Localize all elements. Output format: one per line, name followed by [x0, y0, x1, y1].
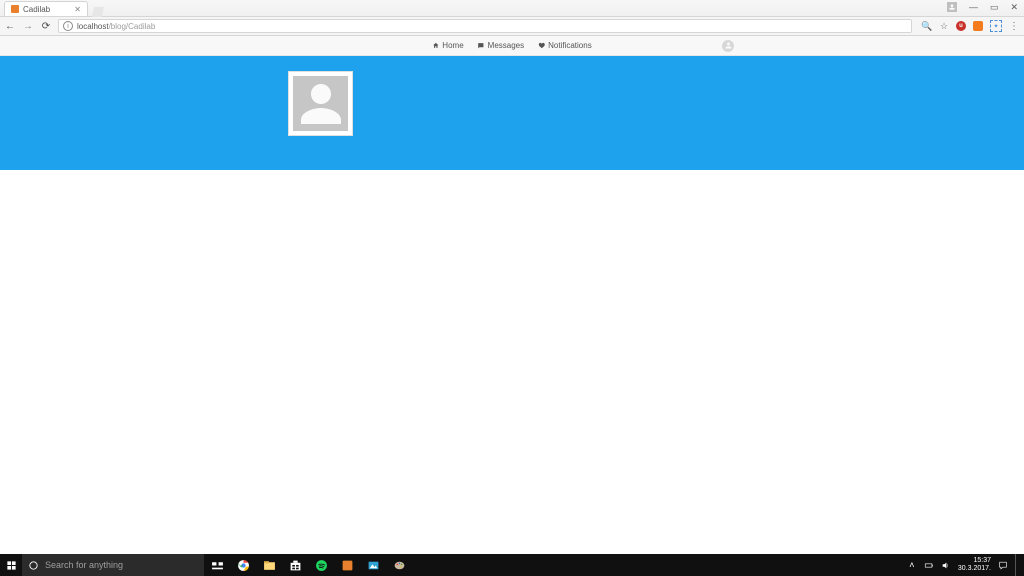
zoom-icon[interactable]: 🔍 [922, 21, 932, 31]
forward-button[interactable]: → [22, 20, 34, 32]
nav-notifications-label: Notifications [548, 41, 592, 50]
taskbar-spotify-icon[interactable] [308, 554, 334, 576]
nav-home-label: Home [442, 41, 463, 50]
extension-blue-icon[interactable]: ✦ [990, 20, 1002, 32]
tab-favicon [11, 5, 19, 13]
heart-icon [538, 42, 545, 49]
taskbar-photos-icon[interactable] [360, 554, 386, 576]
nav-home-link[interactable]: Home [432, 41, 463, 50]
tray-chevron-icon[interactable]: ˄ [907, 560, 917, 570]
close-window-button[interactable]: ✕ [1010, 3, 1018, 12]
system-tray: ˄ 15:37 30.3.2017. [907, 554, 1024, 576]
profile-picture-box[interactable] [288, 71, 353, 136]
tray-battery-icon[interactable] [924, 560, 934, 570]
profile-cover [0, 56, 1024, 170]
browser-tab-strip: Cadilab ✕ — ▭ ✕ [0, 0, 1024, 17]
address-bar[interactable]: i localhost/blog/Cadilab [58, 19, 912, 33]
window-controls: — ▭ ✕ [941, 0, 1024, 14]
bookmark-star-icon[interactable]: ☆ [939, 21, 949, 31]
show-desktop-button[interactable] [1015, 554, 1020, 576]
taskbar-store-icon[interactable] [282, 554, 308, 576]
site-info-icon[interactable]: i [63, 21, 73, 31]
nav-user-avatar[interactable] [722, 40, 734, 52]
tab-title: Cadilab [23, 5, 50, 14]
tray-action-center-icon[interactable] [998, 560, 1008, 570]
extension-orange-icon[interactable] [973, 21, 983, 31]
taskbar-paint-icon[interactable] [386, 554, 412, 576]
messages-icon [478, 42, 485, 49]
nav-notifications-link[interactable]: Notifications [538, 41, 592, 50]
browser-tab[interactable]: Cadilab ✕ [4, 1, 88, 16]
task-view-button[interactable] [204, 554, 230, 576]
site-navbar: Home Messages Notifications [0, 36, 1024, 56]
home-icon [432, 42, 439, 49]
taskbar-chrome-icon[interactable] [230, 554, 256, 576]
back-button[interactable]: ← [4, 20, 16, 32]
taskbar-xampp-icon[interactable] [334, 554, 360, 576]
close-tab-icon[interactable]: ✕ [74, 5, 81, 14]
taskbar-search-placeholder: Search for anything [45, 560, 123, 570]
windows-taskbar: Search for anything ˄ 15:37 30.3.2017. [0, 554, 1024, 576]
minimize-window-button[interactable]: — [969, 3, 978, 12]
page-viewport: Home Messages Notifications [0, 36, 1024, 554]
url-text: localhost/blog/Cadilab [77, 22, 155, 31]
user-icon [724, 41, 733, 50]
profile-picture-placeholder [293, 76, 348, 131]
start-button[interactable] [0, 554, 22, 576]
tray-date: 30.3.2017. [958, 565, 991, 573]
taskbar-explorer-icon[interactable] [256, 554, 282, 576]
extension-ublock-icon[interactable]: u [956, 21, 966, 31]
new-tab-button[interactable] [92, 7, 104, 17]
nav-messages-link[interactable]: Messages [478, 41, 524, 50]
taskbar-apps [204, 554, 412, 576]
tray-time: 15:37 [973, 557, 991, 565]
taskbar-search[interactable]: Search for anything [22, 554, 204, 576]
tray-volume-icon[interactable] [941, 560, 951, 570]
cortana-icon [28, 560, 39, 571]
browser-toolbar: ← → ⟳ i localhost/blog/Cadilab 🔍 ☆ u ✦ ⋮ [0, 17, 1024, 36]
reload-button[interactable]: ⟳ [40, 20, 52, 32]
tray-clock[interactable]: 15:37 30.3.2017. [958, 557, 991, 572]
chrome-menu-button[interactable]: ⋮ [1009, 21, 1018, 32]
avatar-silhouette-icon [297, 80, 345, 128]
maximize-window-button[interactable]: ▭ [990, 3, 999, 12]
chrome-profile-button[interactable] [947, 2, 957, 12]
nav-messages-label: Messages [488, 41, 524, 50]
